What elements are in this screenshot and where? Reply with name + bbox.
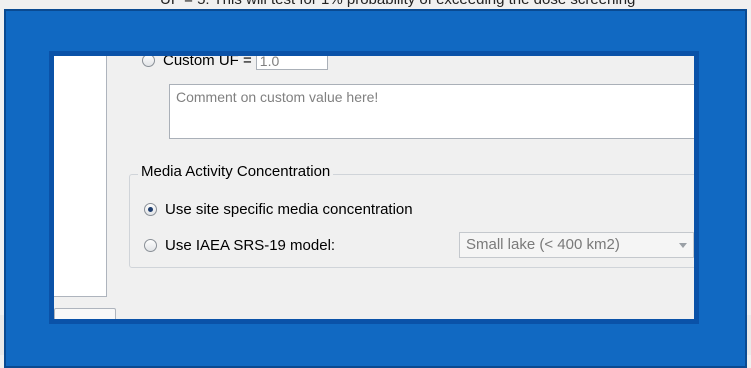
- iaea-model-row[interactable]: Use IAEA SRS-19 model:: [144, 237, 335, 254]
- site-specific-row[interactable]: Use site specific media concentration: [144, 201, 413, 218]
- iaea-model-radio[interactable]: [144, 239, 157, 252]
- custom-uf-row: Custom UF = 1.0: [142, 56, 328, 70]
- site-specific-radio[interactable]: [144, 203, 157, 216]
- highlight-inner-frame: Custom UF = 1.0 Comment on custom value …: [49, 51, 699, 324]
- custom-uf-radio[interactable]: [142, 56, 155, 67]
- uf5-option-label: UF = 5: This will test for 1% probabilit…: [160, 0, 635, 8]
- water-body-select-value: Small lake (< 400 km2): [466, 236, 620, 253]
- custom-uf-input[interactable]: 1.0: [255, 56, 328, 70]
- chevron-down-icon: [679, 243, 687, 248]
- form-panel: Custom UF = 1.0 Comment on custom value …: [54, 56, 694, 319]
- left-tree-pane[interactable]: [54, 56, 107, 297]
- left-tab[interactable]: [54, 308, 116, 319]
- media-activity-title: Media Activity Concentration: [138, 163, 334, 180]
- iaea-model-label: Use IAEA SRS-19 model:: [165, 237, 336, 254]
- comment-textarea[interactable]: Comment on custom value here!: [169, 84, 694, 139]
- water-body-select[interactable]: Small lake (< 400 km2): [459, 232, 694, 258]
- site-specific-label: Use site specific media concentration: [165, 201, 413, 218]
- custom-uf-label: Custom UF =: [163, 56, 252, 69]
